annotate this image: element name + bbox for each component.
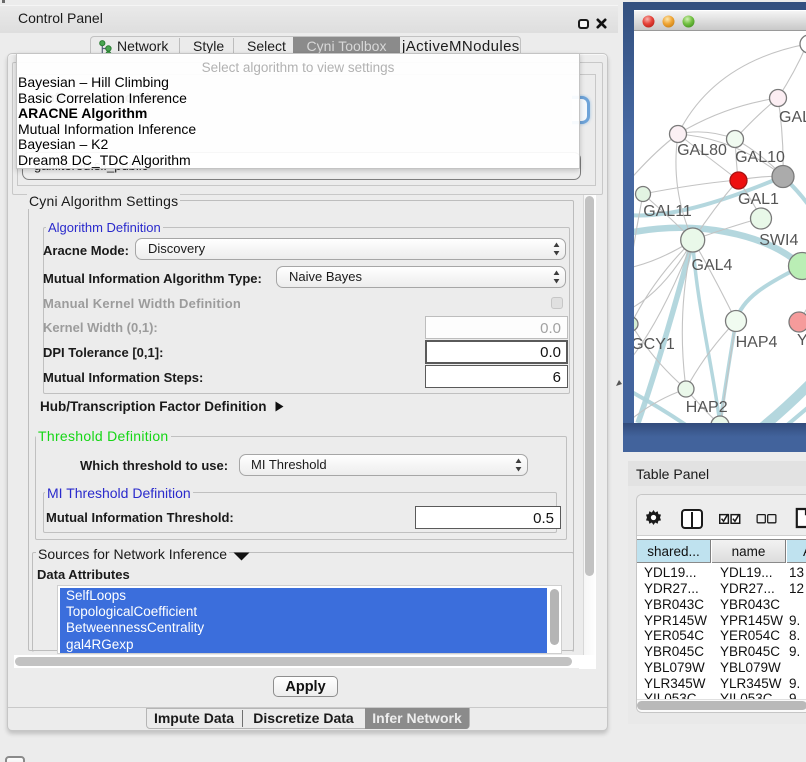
svg-text:GAL4: GAL4 [692,257,733,274]
svg-text:GAL80: GAL80 [677,142,727,159]
svg-text:GAL10: GAL10 [735,149,785,166]
svg-text:Y: Y [797,332,806,349]
svg-text:GAL7: GAL7 [779,109,806,126]
svg-text:HAP2: HAP2 [686,399,728,416]
svg-text:HAP4: HAP4 [736,334,778,351]
svg-text:SWI4: SWI4 [759,232,798,249]
svg-text:GAL11: GAL11 [643,203,692,220]
svg-text:GCY1: GCY1 [634,336,675,353]
svg-text:GAL1: GAL1 [738,191,779,208]
